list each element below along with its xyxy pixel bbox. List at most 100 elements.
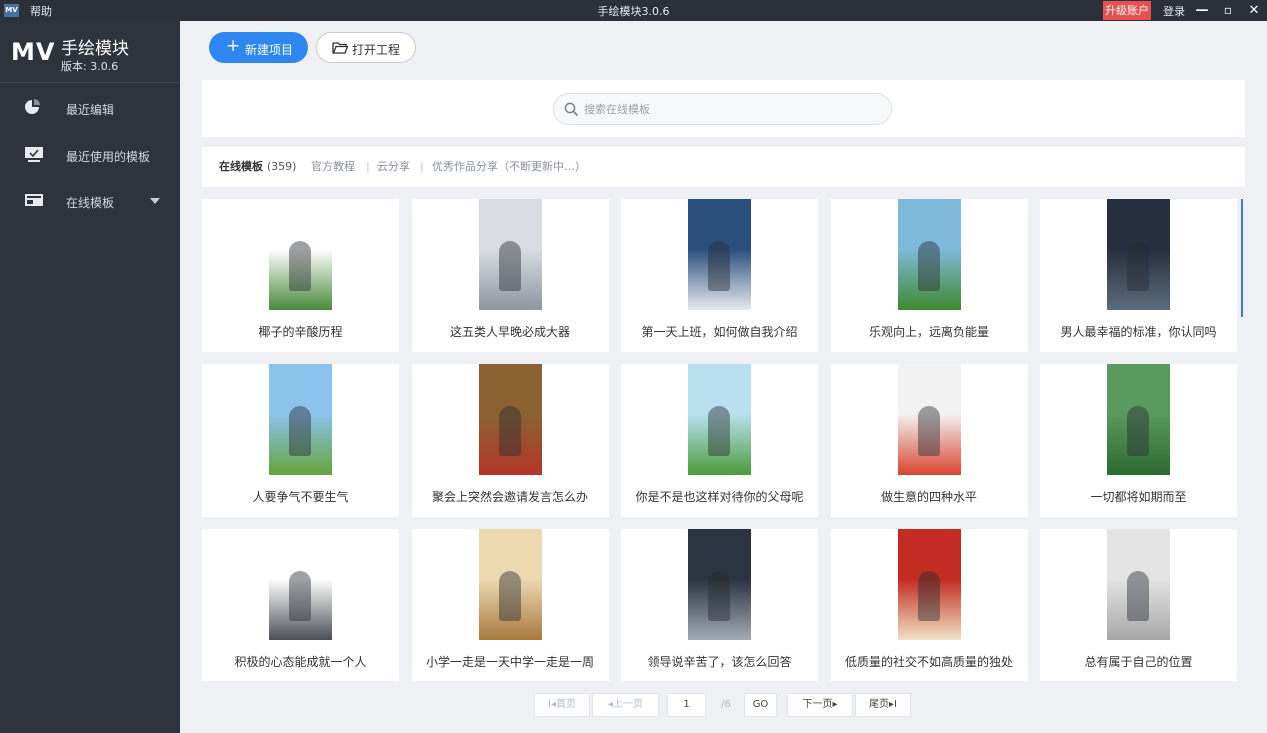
- template-title: 积极的心态能成就一个人: [234, 655, 367, 669]
- template-title: 做生意的四种水平: [880, 490, 977, 504]
- template-thumbnail: [478, 199, 542, 310]
- template-thumbnail: [269, 199, 332, 310]
- template-thumbnail: [1107, 199, 1170, 310]
- version-label: 版本: 3.0.6: [61, 60, 119, 73]
- sidebar-item-recent-templates[interactable]: 最近使用的模板: [0, 136, 180, 174]
- new-project-label: 新建项目: [245, 43, 294, 57]
- close-icon[interactable]: ✕: [1243, 0, 1265, 21]
- template-card[interactable]: 聚会上突然会邀请发言怎么办: [411, 364, 609, 517]
- maximize-icon[interactable]: ▫: [1217, 0, 1239, 21]
- template-title: 第一天上班，如何做自我介绍: [641, 325, 798, 339]
- thumbnail-figure: [289, 571, 311, 621]
- template-card[interactable]: 低质量的社交不如高质量的独处: [830, 529, 1028, 681]
- upgrade-account-button[interactable]: 升级账户: [1103, 1, 1151, 20]
- template-thumbnail: [688, 364, 751, 475]
- tab-online-templates[interactable]: 在线模板 (359): [219, 147, 296, 187]
- template-title: 聚会上突然会邀请发言怎么办: [431, 490, 588, 504]
- open-project-label: 打开工程: [352, 43, 401, 57]
- thumbnail-figure: [1127, 241, 1149, 291]
- template-title: 椰子的辛酸历程: [258, 325, 343, 339]
- sidebar: MV 手绘模块 版本: 3.0.6 最近编辑 最近使用的模板 在线模板: [0, 21, 180, 733]
- sidebar-item-label: 在线模板: [66, 196, 115, 210]
- template-title: 你是不是也这样对待你的父母呢: [635, 490, 804, 504]
- template-card[interactable]: 积极的心态能成就一个人: [202, 529, 399, 681]
- minimize-icon[interactable]: —: [1191, 0, 1213, 21]
- template-card[interactable]: 椰子的辛酸历程: [202, 199, 399, 352]
- template-title: 低质量的社交不如高质量的独处: [844, 655, 1013, 669]
- thumbnail-figure: [498, 406, 521, 456]
- template-card[interactable]: 人要争气不要生气: [202, 364, 399, 517]
- template-thumbnail: [897, 199, 961, 310]
- page-total: /6: [721, 699, 731, 710]
- template-thumbnail: [1107, 364, 1170, 475]
- template-thumbnail: [478, 364, 542, 475]
- tab-official-tutorials[interactable]: 官方教程: [311, 147, 355, 187]
- template-title: 男人最幸福的标准，你认同吗: [1060, 325, 1217, 339]
- monitor-check-icon: [24, 145, 44, 163]
- thumbnail-figure: [498, 241, 521, 291]
- template-title: 乐观向上，远离负能量: [868, 325, 989, 339]
- template-card[interactable]: 一切都将如期而至: [1040, 364, 1237, 517]
- sidebar-item-recent-edit[interactable]: 最近编辑: [0, 89, 180, 127]
- template-thumbnail: [688, 199, 751, 310]
- first-page-button[interactable]: I◂首页: [534, 693, 590, 717]
- template-card[interactable]: 第一天上班，如何做自我介绍: [621, 199, 818, 352]
- template-card[interactable]: 领导说辛苦了，该怎么回答: [621, 529, 818, 681]
- page-number-input[interactable]: 1: [667, 693, 706, 717]
- search-input[interactable]: [584, 101, 874, 117]
- template-title: 总有属于自己的位置: [1084, 655, 1193, 669]
- thumbnail-figure: [917, 571, 940, 621]
- search-icon: [564, 102, 579, 117]
- window-title: 手绘模块3.0.6: [597, 5, 670, 18]
- thumbnail-figure: [708, 571, 730, 621]
- tab-cloud-share[interactable]: 云分享: [377, 147, 410, 187]
- template-thumbnail: [897, 529, 961, 640]
- filter-separator: |: [420, 160, 424, 173]
- chevron-down-icon[interactable]: [150, 198, 160, 204]
- template-card[interactable]: 做生意的四种水平: [830, 364, 1028, 517]
- template-card[interactable]: 小学一走是一天中学一走是一周: [411, 529, 609, 681]
- template-thumbnail: [1107, 529, 1170, 640]
- filter-bar: 在线模板 (359) 官方教程 | 云分享 | 优秀作品分享（不断更新中…）: [202, 147, 1245, 187]
- template-title: 小学一走是一天中学一走是一周: [425, 655, 594, 669]
- brand-logo: MV: [11, 38, 56, 66]
- pagination: I◂首页 ◂上一页 1 /6 GO 下一页▸ 尾页▸I: [180, 693, 1267, 723]
- thumbnail-figure: [917, 406, 940, 456]
- template-grid: 椰子的辛酸历程 这五类人早晚必成大器 第一天上班，如何做自我介绍 乐观向上，远离负能量…: [202, 199, 1245, 681]
- login-link[interactable]: 登录: [1163, 3, 1185, 19]
- sidebar-item-online-templates[interactable]: 在线模板: [0, 182, 180, 220]
- open-project-button[interactable]: 打开工程: [316, 32, 416, 63]
- template-card[interactable]: 男人最幸福的标准，你认同吗: [1040, 199, 1237, 352]
- thumbnail-figure: [289, 406, 311, 456]
- new-project-button[interactable]: + 新建项目: [209, 32, 308, 63]
- title-bar: MV 帮助 手绘模块3.0.6 升级账户 登录 — ▫ ✕: [0, 0, 1267, 21]
- template-thumbnail: [688, 529, 751, 640]
- pie-chart-icon: [24, 98, 44, 116]
- filter-separator: |: [366, 160, 370, 173]
- template-thumbnail: [478, 529, 542, 640]
- thumbnail-figure: [708, 406, 730, 456]
- template-window-icon: [24, 191, 44, 209]
- template-card[interactable]: 总有属于自己的位置: [1040, 529, 1237, 681]
- template-thumbnail: [897, 364, 961, 475]
- scrollbar-thumb[interactable]: [1241, 199, 1243, 317]
- plus-icon: +: [226, 36, 241, 56]
- template-title: 领导说辛苦了，该怎么回答: [647, 655, 792, 669]
- thumbnail-figure: [1127, 406, 1149, 456]
- next-page-button[interactable]: 下一页▸: [787, 693, 853, 717]
- brand: MV 手绘模块 版本: 3.0.6: [0, 21, 180, 83]
- last-page-button[interactable]: 尾页▸I: [855, 693, 911, 717]
- tab-featured-works[interactable]: 优秀作品分享（不断更新中…）: [432, 147, 586, 187]
- thumbnail-figure: [1127, 571, 1149, 621]
- search-box[interactable]: [553, 93, 892, 125]
- prev-page-button[interactable]: ◂上一页: [592, 693, 659, 717]
- brand-name: 手绘模块: [61, 39, 129, 59]
- template-card[interactable]: 这五类人早晚必成大器: [411, 199, 609, 352]
- template-card[interactable]: 你是不是也这样对待你的父母呢: [621, 364, 818, 517]
- template-count: (359): [266, 160, 297, 173]
- template-card[interactable]: 乐观向上，远离负能量: [830, 199, 1028, 352]
- sidebar-item-label: 最近使用的模板: [66, 150, 151, 164]
- thumbnail-figure: [498, 571, 521, 621]
- thumbnail-figure: [917, 241, 940, 291]
- go-button[interactable]: GO: [744, 693, 777, 717]
